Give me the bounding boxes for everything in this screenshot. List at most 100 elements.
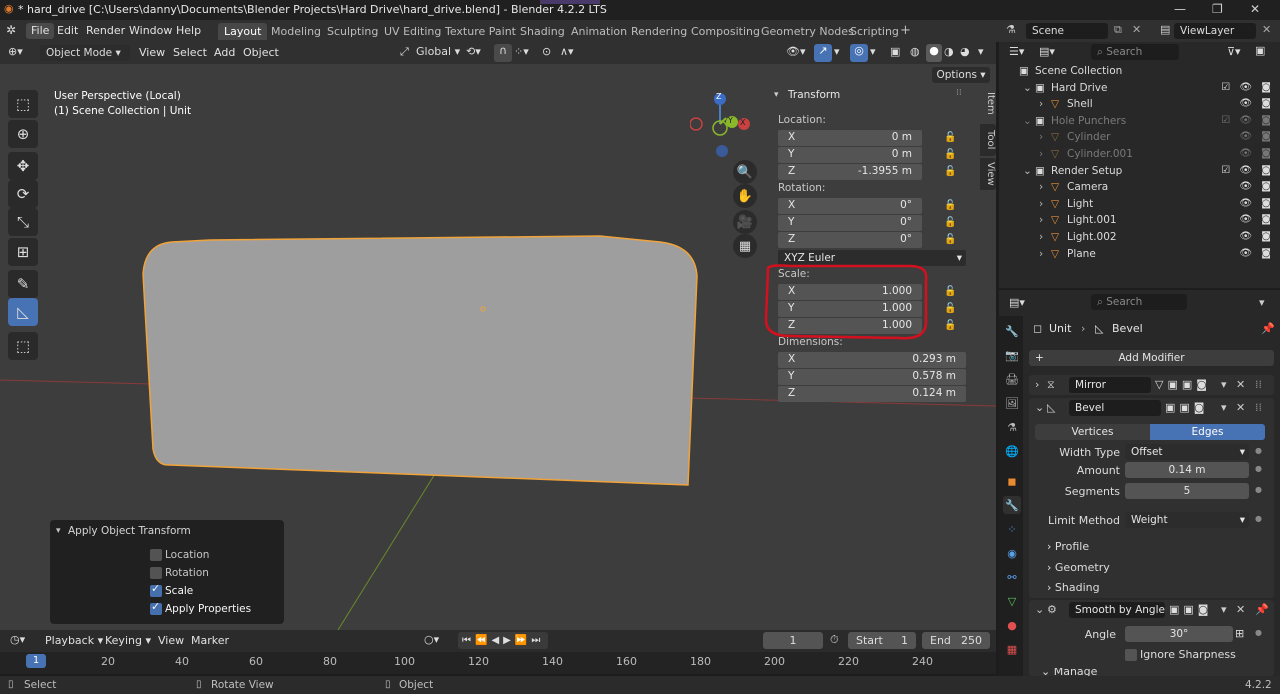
outliner-row[interactable]: ⌄ ▣ Render Setup ☑ 👁 ◙ — [999, 164, 1280, 180]
collapse-chevron-icon[interactable]: ▾ — [56, 526, 61, 536]
scale-tool[interactable]: ⤡ — [8, 208, 38, 236]
xray-icon[interactable]: ▣ — [890, 45, 900, 58]
zoom-icon[interactable]: 🔍 — [733, 160, 757, 184]
bevel-edges-toggle[interactable]: Edges — [1150, 424, 1265, 440]
expand-chevron-icon[interactable]: › — [1039, 231, 1043, 243]
gizmo-toggle-icon[interactable]: ↗ — [814, 44, 832, 62]
pan-hand-icon[interactable]: ✋ — [733, 184, 757, 208]
pin-icon[interactable]: 📌 — [1255, 603, 1269, 616]
editor-type-icon[interactable]: ⊕▾ — [8, 45, 23, 58]
dimension-z-field[interactable]: Z 0.124 m — [778, 386, 966, 402]
pin-icon[interactable]: 📌 — [1261, 322, 1275, 335]
outliner-row[interactable]: ⌄ ▣ Hard Drive ☑ 👁 ◙ — [999, 81, 1280, 97]
visibility-toggles[interactable]: 👁 ◙ — [1239, 198, 1274, 209]
start-frame-field[interactable]: Start 1 — [848, 632, 916, 649]
physics-tab-icon[interactable]: ◉ — [1003, 544, 1021, 562]
particles-tab-icon[interactable]: ⁘ — [1003, 520, 1021, 538]
visibility-toggles[interactable]: 👁 ◙ — [1239, 231, 1274, 242]
world-tab-icon[interactable]: 🌐 — [1003, 442, 1021, 460]
scene-tab-icon[interactable]: ⚗ — [1003, 418, 1021, 436]
view-layer-tab-icon[interactable]: 🖼 — [1003, 394, 1021, 412]
bevel-name-field[interactable]: Bevel — [1069, 400, 1161, 416]
expand-chevron-icon[interactable]: › — [1039, 248, 1043, 260]
expand-chevron-icon[interactable]: › — [1039, 131, 1043, 143]
snap-target-icon[interactable]: ⁘▾ — [514, 45, 529, 58]
properties-search-input[interactable]: ⌕ Search — [1091, 294, 1187, 310]
falloff-icon[interactable]: ∧▾ — [560, 45, 574, 58]
lock-icon[interactable]: 🔓 — [944, 200, 956, 211]
visibility-toggles[interactable]: 👁 ◙ — [1239, 248, 1274, 259]
play-icon[interactable]: ▶ — [503, 635, 515, 646]
overlay-toggle-icon[interactable]: ◎ — [850, 44, 868, 62]
close-icon[interactable]: ✕ — [1250, 2, 1260, 16]
cursor-tool[interactable]: ⊕ — [8, 120, 38, 148]
expand-chevron-icon[interactable]: › — [1039, 214, 1043, 226]
constraints-tab-icon[interactable]: ⚯ — [1003, 568, 1021, 586]
output-tab-icon[interactable]: 🖨 — [1003, 370, 1021, 388]
lock-icon[interactable]: 🔓 — [944, 132, 956, 143]
render-tab-icon[interactable]: 📷 — [1003, 346, 1021, 364]
add-workspace-icon[interactable]: + — [900, 23, 911, 38]
menu-marker[interactable]: Marker — [186, 633, 234, 649]
expand-chevron-icon[interactable]: ⌄ — [1035, 401, 1044, 414]
outliner-editor-icon[interactable]: ☰▾ — [1009, 45, 1024, 58]
expand-chevron-icon[interactable]: ⌄ — [1023, 115, 1032, 127]
remove-modifier-icon[interactable]: ✕ — [1236, 401, 1245, 414]
tool-tab-icon[interactable]: 🔧 — [1003, 322, 1021, 340]
scene-pin-icon[interactable]: ⧉ — [1114, 23, 1122, 37]
drag-handle-icon[interactable]: ⁞⁞ — [1255, 401, 1262, 414]
frame-ruler[interactable]: 1 20 40 60 80 100 120 140 160 180 200 22… — [0, 652, 996, 674]
blender-menu-icon[interactable]: ✲ — [6, 23, 16, 37]
remove-modifier-icon[interactable]: ✕ — [1236, 378, 1245, 391]
mirror-toggles[interactable]: ▽▣▣◙ — [1155, 378, 1211, 391]
lock-icon[interactable]: 🔓 — [944, 217, 956, 228]
visibility-toggles[interactable]: ☑ 👁 ◙ — [1221, 115, 1274, 126]
outliner-row[interactable]: ▣ Scene Collection — [999, 64, 1280, 80]
checkbox-icon[interactable] — [150, 549, 162, 561]
angle-field[interactable]: 30° — [1125, 626, 1233, 642]
tab-shading[interactable]: Shading — [514, 23, 571, 40]
end-frame-field[interactable]: End 250 — [922, 632, 990, 649]
menu-view[interactable]: View — [153, 633, 189, 649]
location-y-field[interactable]: Y0 m — [778, 147, 922, 163]
checkbox-icon[interactable] — [150, 567, 162, 579]
dropdown-icon[interactable]: ▾ — [1221, 603, 1227, 616]
tab-sculpting[interactable]: Sculpting — [321, 23, 384, 40]
menu-window[interactable]: Window — [124, 23, 177, 39]
drag-handle-icon[interactable]: ⁞⁞ — [1255, 378, 1262, 391]
next-key-icon[interactable]: ⏩ — [515, 635, 531, 646]
outliner-row[interactable]: › ▽ Camera 👁 ◙ — [999, 180, 1280, 196]
apply-transform-title[interactable]: Apply Object Transform — [68, 525, 191, 537]
bevel-toggles[interactable]: ▣▣◙ — [1165, 401, 1208, 414]
expand-chevron-icon[interactable]: › — [1039, 148, 1043, 160]
move-tool[interactable]: ✥ — [8, 152, 38, 180]
width-type-dropdown[interactable]: Offset ▾ — [1125, 444, 1249, 460]
tab-rendering[interactable]: Rendering — [625, 23, 693, 40]
minimize-icon[interactable]: — — [1174, 2, 1186, 16]
menu-select[interactable]: Select — [168, 45, 212, 61]
menu-add[interactable]: Add — [209, 45, 240, 61]
expand-chevron-icon[interactable]: › — [1039, 181, 1043, 193]
visibility-toggles[interactable]: ☑ 👁 ◙ — [1221, 82, 1274, 93]
lock-icon[interactable]: 🔓 — [944, 286, 956, 297]
filter-icon[interactable]: ⊽▾ — [1227, 45, 1241, 58]
lock-icon[interactable]: 🔓 — [944, 234, 956, 245]
visibility-toggles[interactable]: 👁 ◙ — [1239, 214, 1274, 225]
segments-field[interactable]: 5 — [1125, 483, 1249, 499]
outliner-row[interactable]: › ▽ Cylinder 👁 ◙ — [999, 130, 1280, 146]
outliner-row[interactable]: › ▽ Shell 👁 ◙ — [999, 97, 1280, 113]
menu-keying[interactable]: Keying ▾ — [100, 633, 156, 649]
rendered-shading-icon[interactable]: ◕ — [960, 45, 970, 58]
tab-layout[interactable]: Layout — [218, 23, 268, 40]
jump-end-icon[interactable]: ⏭ — [531, 635, 544, 646]
checkbox-apply-properties[interactable]: Apply Properties — [150, 600, 251, 615]
properties-editor-icon[interactable]: ▤▾ — [1009, 296, 1025, 309]
tab-animation[interactable]: Animation — [565, 23, 633, 40]
mirror-name-field[interactable]: Mirror — [1069, 377, 1151, 393]
limit-method-dropdown[interactable]: Weight ▾ — [1125, 512, 1249, 528]
dimension-y-field[interactable]: Y 0.578 m — [778, 369, 966, 385]
checkbox-icon[interactable] — [150, 582, 162, 597]
checkbox-location[interactable]: Location — [150, 549, 209, 561]
object-tab-icon[interactable]: ◼ — [1003, 472, 1021, 490]
bevel-vertices-toggle[interactable]: Vertices — [1035, 424, 1150, 440]
